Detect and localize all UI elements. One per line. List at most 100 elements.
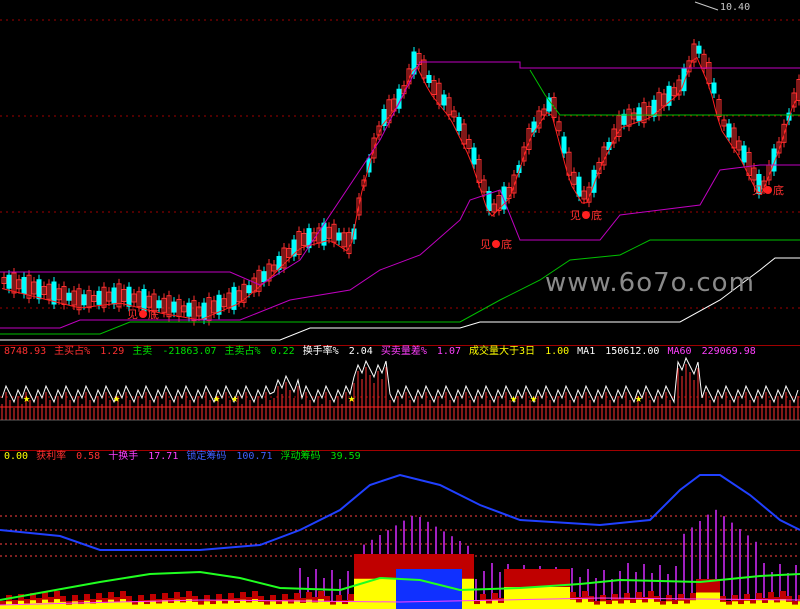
chip-block-yellow bbox=[78, 604, 84, 609]
candle-body bbox=[171, 301, 177, 313]
candle-body bbox=[696, 45, 702, 54]
bottom-mark-1: 见底 bbox=[127, 308, 159, 321]
candle-body bbox=[621, 113, 627, 125]
candle-body bbox=[726, 123, 732, 138]
chip-block-yellow bbox=[666, 601, 672, 609]
chip-block-yellow bbox=[330, 604, 336, 609]
chip-block-yellow bbox=[366, 578, 372, 609]
chip-block-yellow bbox=[270, 601, 276, 609]
chip-block-yellow bbox=[312, 602, 318, 609]
chip-block-yellow bbox=[528, 587, 534, 609]
chip-block-yellow bbox=[762, 602, 768, 609]
chip-block-yellow bbox=[384, 578, 390, 609]
chip-block-yellow bbox=[162, 600, 168, 609]
chip-block-yellow bbox=[504, 587, 510, 609]
locked-chip-line bbox=[0, 473, 800, 551]
candle-body bbox=[606, 142, 612, 150]
bottom-mark-4: 见底 bbox=[752, 184, 784, 197]
candle-body bbox=[426, 75, 432, 83]
star-marker: ★ bbox=[348, 391, 355, 405]
chip-indicator-panel[interactable]: 0.00 获利率 0.58 十换手 17.71 锁定筹码 100.71 浮动筹码 39.… bbox=[0, 450, 800, 609]
chip-block-yellow bbox=[390, 578, 396, 609]
chip-block-yellow bbox=[222, 603, 228, 609]
chip-block-yellow bbox=[90, 603, 96, 609]
chip-block-yellow bbox=[192, 601, 198, 609]
chip-block-yellow bbox=[288, 603, 294, 609]
chip-block-yellow bbox=[588, 601, 594, 609]
star-marker: ★ bbox=[635, 391, 642, 405]
chip-block-yellow bbox=[720, 601, 726, 609]
chip-block-yellow bbox=[642, 602, 648, 609]
chip-block-yellow bbox=[786, 601, 792, 609]
chip-block-yellow bbox=[510, 587, 516, 609]
chip-block-yellow bbox=[264, 604, 270, 609]
chip-block-yellow bbox=[72, 601, 78, 609]
chip-block-yellow bbox=[582, 599, 588, 609]
chip-block-yellow bbox=[630, 602, 636, 609]
volume-line bbox=[1, 356, 799, 404]
bottom-mark-3: 见底 bbox=[570, 209, 602, 222]
chip-block-yellow bbox=[552, 587, 558, 609]
chip-block-yellow bbox=[204, 601, 210, 609]
chip-block-yellow bbox=[300, 602, 306, 609]
chip-block-yellow bbox=[744, 600, 750, 609]
chip-block-yellow bbox=[240, 599, 246, 609]
chip-block-blue bbox=[432, 569, 438, 609]
chip-block-blue bbox=[438, 569, 444, 609]
star-marker: ★ bbox=[231, 391, 238, 405]
chip-block-yellow bbox=[84, 600, 90, 609]
chip-block-yellow bbox=[66, 604, 72, 609]
candle-body bbox=[126, 286, 132, 307]
candle-body bbox=[81, 294, 87, 306]
chip-block-yellow bbox=[540, 587, 546, 609]
chip-block-yellow bbox=[486, 603, 492, 609]
chip-block-yellow bbox=[258, 601, 264, 609]
chip-block-yellow bbox=[708, 592, 714, 609]
chip-block-yellow bbox=[480, 600, 486, 609]
chip-block-blue bbox=[420, 569, 426, 609]
chip-block-yellow bbox=[564, 587, 570, 609]
chip-block-yellow bbox=[714, 592, 720, 609]
chip-block-yellow bbox=[534, 587, 540, 609]
chip-indicator-chart[interactable] bbox=[0, 450, 800, 609]
candle-body bbox=[6, 274, 12, 289]
chip-block-yellow bbox=[570, 599, 576, 609]
peak-price-label: 10.40 bbox=[720, 2, 751, 13]
chip-block-yellow bbox=[702, 592, 708, 609]
chip-block-blue bbox=[408, 569, 414, 609]
candle-body bbox=[36, 279, 42, 300]
chip-block-yellow bbox=[318, 599, 324, 609]
chip-block-yellow bbox=[624, 600, 630, 609]
chip-block-blue bbox=[396, 569, 402, 609]
chip-block-yellow bbox=[516, 587, 522, 609]
chip-block-yellow bbox=[756, 600, 762, 609]
chip-block-yellow bbox=[774, 602, 780, 609]
chip-block-yellow bbox=[660, 604, 666, 609]
chip-block-yellow bbox=[684, 603, 690, 609]
bottom-mark-2: 见底 bbox=[480, 238, 512, 251]
volume-indicator-chart[interactable]: ★ ★ ★ ★ ★ ★ ★ ★ bbox=[0, 345, 800, 450]
chip-block-yellow bbox=[228, 600, 234, 609]
chip-block-yellow bbox=[600, 601, 606, 609]
chip-block-yellow bbox=[522, 587, 528, 609]
chip-block-yellow bbox=[792, 604, 798, 609]
star-marker: ★ bbox=[530, 391, 537, 405]
chip-block-yellow bbox=[246, 602, 252, 609]
chip-block-yellow bbox=[120, 599, 126, 609]
chip-block-blue bbox=[426, 569, 432, 609]
candle-body bbox=[246, 285, 252, 294]
chip-block-yellow bbox=[690, 600, 696, 609]
chip-block-yellow bbox=[168, 602, 174, 609]
chip-block-yellow bbox=[156, 603, 162, 609]
chip-block-yellow bbox=[750, 603, 756, 609]
chip-block-yellow bbox=[606, 604, 612, 609]
chip-block-yellow bbox=[492, 600, 498, 609]
candle-body bbox=[96, 290, 102, 305]
chip-block-blue bbox=[444, 569, 450, 609]
volume-indicator-panel[interactable]: 8748.93 主买占% 1.29 主卖 -21863.07 主卖占% 0.22 换手率… bbox=[0, 345, 800, 450]
chip-block-yellow bbox=[576, 602, 582, 609]
candle-body bbox=[576, 176, 582, 197]
chip-block-yellow bbox=[558, 587, 564, 609]
price-chart-panel[interactable]: 10.40 见底 见底 见底 见底 www.6o7o.com bbox=[0, 0, 800, 345]
star-marker: ★ bbox=[113, 391, 120, 405]
